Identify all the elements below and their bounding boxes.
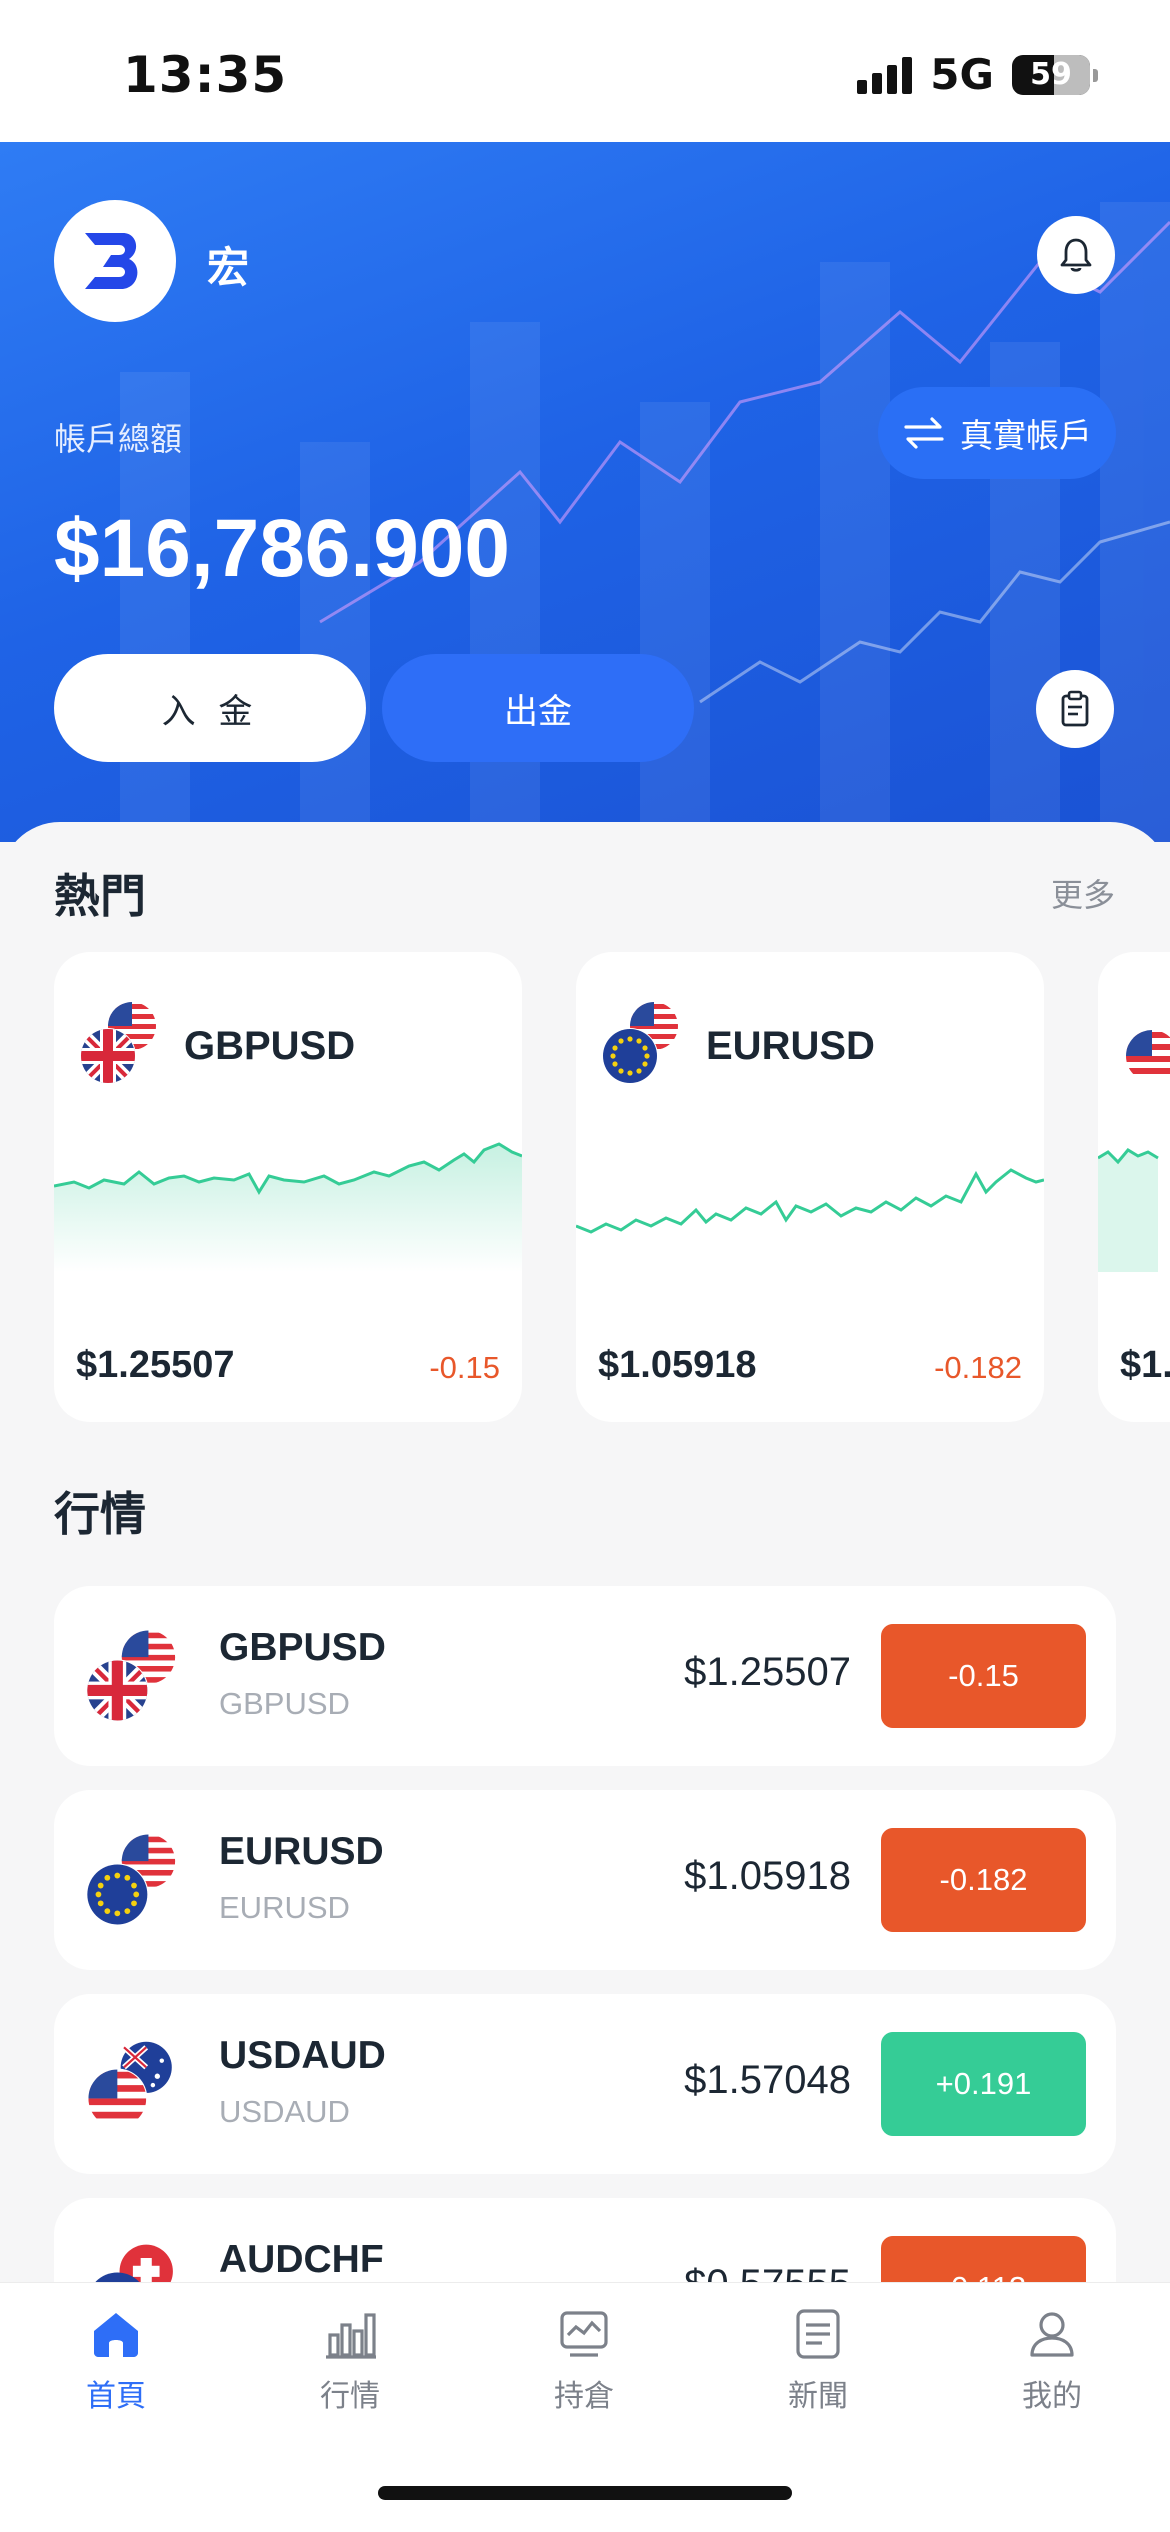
battery-level: 59 [1030,57,1072,92]
account-type-switch-button[interactable]: 真實帳戶 [878,387,1116,479]
position-icon [560,2311,608,2357]
profile-icon [1030,2312,1074,2357]
status-time: 13:35 [123,46,288,104]
account-header: 宏 帳戶總額 真實帳戶 $16,786.900 入 金 出金 [0,142,1170,842]
market-row-usdaud[interactable]: USDAUD USDAUD $1.57048 +0.191 [54,1994,1116,2174]
market-subtitle: EURUSD [219,1890,350,1925]
status-indicators: 5G 59 [857,50,1098,99]
hot-card-price: $1.05918 [598,1344,757,1386]
status-bar: 13:35 5G 59 [0,0,1170,142]
hot-section-title: 熱門 [54,869,146,923]
market-symbol: USDAUD [219,2034,386,2077]
market-row-gbpusd[interactable]: GBPUSD GBPUSD $1.25507 -0.15 [54,1586,1116,1766]
tab-label: 首頁 [86,2379,146,2414]
records-button[interactable] [1036,670,1114,748]
tab-label: 新聞 [788,2379,848,2414]
clipboard-icon [1061,690,1089,727]
eurusd-flags-icon [86,1834,176,1926]
hot-card-partial[interactable]: $1. [1098,952,1170,1422]
market-row-eurusd[interactable]: EURUSD EURUSD $1.05918 -0.182 [54,1790,1116,1970]
sparkline-chart [54,1142,522,1272]
tab-label: 持倉 [554,2379,614,2414]
sparkline-chart [1098,1148,1159,1272]
main-content: 熱門 更多 GBPUSD $1.25507 -0.15 EURUSD $1.05… [0,822,1170,2378]
market-change-badge[interactable]: -0.182 [881,1828,1086,1932]
hot-carousel[interactable]: GBPUSD $1.25507 -0.15 EURUSD $1.05918 -0… [54,952,1170,1432]
market-change-badge[interactable]: -0.15 [881,1624,1086,1728]
bell-icon [1060,238,1092,272]
hot-card-change: -0.15 [429,1350,500,1385]
market-price: $1.25507 [684,1650,851,1694]
battery-icon: 59 [1012,54,1098,95]
market-symbol: EURUSD [219,1830,384,1873]
market-section-title: 行情 [54,1487,146,1541]
gbpusd-flags-icon [86,1630,176,1722]
market-price: $1.05918 [684,1854,851,1898]
home-icon [94,2313,138,2357]
market-symbol: GBPUSD [219,1626,386,1669]
eurusd-flags-icon [602,1002,678,1084]
hot-card-price: $1. [1120,1344,1170,1386]
usdaud-flags-icon [87,2040,173,2129]
tab-news[interactable]: 新聞 [748,2305,888,2445]
hot-card-gbpusd[interactable]: GBPUSD $1.25507 -0.15 [54,952,522,1422]
balance-value: $16,786.900 [54,503,511,594]
hot-card-eurusd[interactable]: EURUSD $1.05918 -0.182 [576,952,1044,1422]
network-label: 5G [930,50,994,99]
signal-icon [857,56,913,94]
brand-logo [54,200,176,322]
hot-card-price: $1.25507 [76,1344,235,1386]
tab-label: 行情 [320,2379,380,2414]
more-link[interactable]: 更多 [1051,870,1115,916]
news-icon [796,2309,840,2359]
hot-card-symbol: EURUSD [706,1024,875,1068]
hot-card-symbol: GBPUSD [184,1024,356,1068]
market-symbol: AUDCHF [219,2238,384,2281]
sparkline-chart [576,1168,1044,1234]
hot-card-change: -0.182 [934,1350,1022,1385]
market-change-badge[interactable]: +0.191 [881,2032,1086,2136]
bar-chart-icon [326,2313,376,2359]
tab-market[interactable]: 行情 [280,2305,420,2445]
market-subtitle: GBPUSD [219,1686,350,1721]
withdraw-button[interactable]: 出金 [382,654,694,762]
notifications-button[interactable] [1037,216,1115,294]
market-price: $1.57048 [684,2058,851,2102]
tab-home[interactable]: 首頁 [46,2305,186,2445]
account-type-label: 真實帳戶 [960,416,1092,455]
swap-icon [904,417,944,449]
home-indicator [378,2486,792,2500]
usd-flag-icon [1125,1029,1170,1083]
gbpusd-flags-icon [80,1002,156,1084]
deposit-button[interactable]: 入 金 [54,654,366,762]
market-subtitle: USDAUD [219,2094,350,2129]
user-name: 宏 [207,243,250,292]
tab-positions[interactable]: 持倉 [514,2305,654,2445]
tab-profile[interactable]: 我的 [982,2305,1122,2445]
balance-label: 帳戶總額 [54,420,183,458]
tab-label: 我的 [1022,2379,1082,2414]
